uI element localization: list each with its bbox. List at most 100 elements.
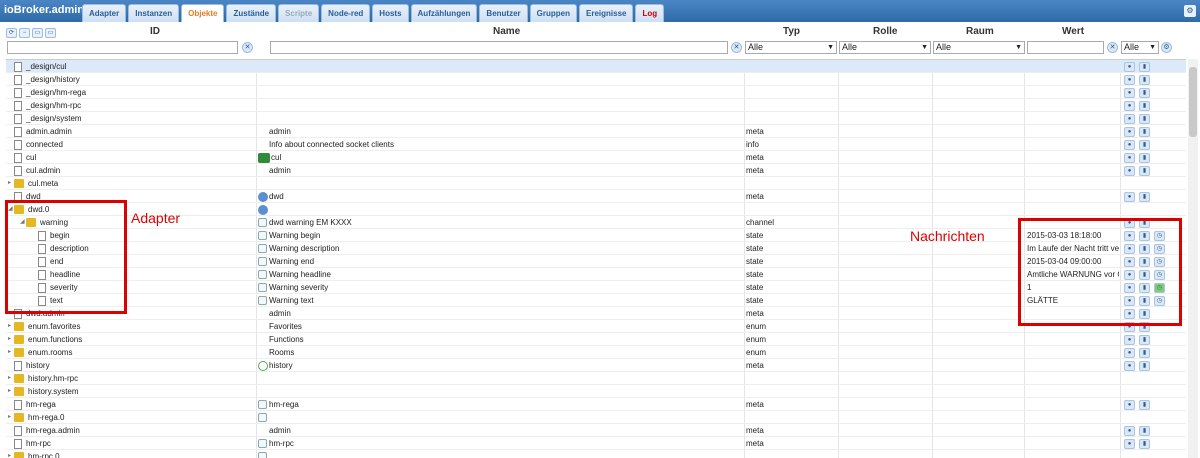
delete-icon[interactable]: ▮ [1139, 114, 1150, 124]
edit-icon[interactable]: ● [1124, 153, 1135, 163]
delete-icon[interactable]: ▮ [1139, 400, 1150, 410]
value-cell[interactable] [1027, 112, 1119, 125]
tab-scripte[interactable]: Scripte [278, 4, 320, 22]
settings-gear-icon[interactable]: ⚙ [1184, 5, 1196, 17]
table-row[interactable]: cul.admin admin meta ● ▮ [6, 164, 1186, 177]
edit-icon[interactable]: ● [1124, 439, 1135, 449]
edit-icon[interactable]: ● [1124, 75, 1135, 85]
edit-icon[interactable]: ● [1124, 361, 1135, 371]
collapse-icon[interactable]: − [19, 28, 30, 38]
table-row[interactable]: hm-rega hm-rega meta ● ▮ [6, 398, 1186, 411]
tab-objekte[interactable]: Objekte [181, 4, 225, 22]
value-cell[interactable] [1027, 385, 1119, 398]
column-header-room[interactable]: Raum [966, 26, 994, 37]
delete-icon[interactable]: ▮ [1139, 75, 1150, 85]
delete-icon[interactable]: ▮ [1139, 140, 1150, 150]
delete-icon[interactable]: ▮ [1139, 166, 1150, 176]
clear-name-filter-icon[interactable]: ✕ [731, 42, 742, 53]
value-cell[interactable] [1027, 437, 1119, 450]
value-cell[interactable] [1027, 86, 1119, 99]
name-filter-input[interactable] [270, 41, 728, 54]
delete-icon[interactable]: ▮ [1139, 348, 1150, 358]
tab-aufzählungen[interactable]: Aufzählungen [410, 4, 478, 22]
delete-icon[interactable]: ▮ [1139, 192, 1150, 202]
table-row[interactable]: ◢ dwd.0 [6, 203, 1186, 216]
table-row[interactable]: ▸ enum.functions Functions enum ● ▮ [6, 333, 1186, 346]
value-cell[interactable] [1027, 99, 1119, 112]
column-header-value[interactable]: Wert [1062, 26, 1084, 37]
table-row[interactable]: _design/history ● ▮ [6, 73, 1186, 86]
value-cell[interactable] [1027, 424, 1119, 437]
clear-value-filter-icon[interactable]: ✕ [1107, 42, 1118, 53]
value-cell[interactable] [1027, 73, 1119, 86]
tab-hosts[interactable]: Hosts [372, 4, 409, 22]
value-cell[interactable] [1027, 164, 1119, 177]
table-row[interactable]: connected Info about connected socket cli… [6, 138, 1186, 151]
table-row[interactable]: ▸ hm-rega.0 [6, 411, 1186, 424]
table-row[interactable]: begin Warning begin state 2015-03-03 18:18:… [6, 229, 1186, 242]
edit-icon[interactable]: ● [1124, 400, 1135, 410]
edit-icon[interactable]: ● [1124, 348, 1135, 358]
delete-icon[interactable]: ▮ [1139, 335, 1150, 345]
table-row[interactable]: ▸ enum.favorites Favorites enum ● ▮ [6, 320, 1186, 333]
edit-icon[interactable]: ● [1124, 114, 1135, 124]
value-cell[interactable] [1027, 359, 1119, 372]
room-filter-select[interactable]: Alle ▼ [933, 41, 1025, 54]
table-row[interactable]: _design/hm-rega ● ▮ [6, 86, 1186, 99]
table-row[interactable]: ▸ hm-rpc.0 [6, 450, 1186, 458]
value-filter-input[interactable] [1027, 41, 1104, 54]
folder-open-icon[interactable]: ▭ [32, 28, 43, 38]
edit-icon[interactable]: ● [1124, 62, 1135, 72]
edit-icon[interactable]: ● [1124, 101, 1135, 111]
delete-icon[interactable]: ▮ [1139, 62, 1150, 72]
value-cell[interactable] [1027, 138, 1119, 151]
table-row[interactable]: cul cul meta ● ▮ [6, 151, 1186, 164]
tab-instanzen[interactable]: Instanzen [128, 4, 180, 22]
value-filter-select[interactable]: Alle ▼ [1121, 41, 1159, 54]
refresh-icon[interactable]: ⟳ [6, 28, 17, 38]
value-cell[interactable] [1027, 151, 1119, 164]
table-row[interactable]: headline Warning headline state Amtliche WA… [6, 268, 1186, 281]
table-row[interactable]: _design/hm-rpc ● ▮ [6, 99, 1186, 112]
role-filter-select[interactable]: Alle ▼ [839, 41, 931, 54]
tab-node-red[interactable]: Node-red [321, 4, 371, 22]
tab-ereignisse[interactable]: Ereignisse [579, 4, 634, 22]
value-cell[interactable] [1027, 450, 1119, 458]
value-cell[interactable] [1027, 60, 1119, 73]
edit-icon[interactable]: ● [1124, 335, 1135, 345]
tab-gruppen[interactable]: Gruppen [529, 4, 577, 22]
table-row[interactable]: severity Warning severity state 1 ● ▮ ◷ [6, 281, 1186, 294]
value-cell[interactable] [1027, 203, 1119, 216]
settings-icon[interactable]: ⚙ [1161, 42, 1172, 53]
table-row[interactable]: ▸ history.hm-rpc [6, 372, 1186, 385]
table-row[interactable]: dwd.admin admin meta ● ▮ [6, 307, 1186, 320]
value-cell[interactable] [1027, 190, 1119, 203]
folder-icon[interactable]: ▭ [45, 28, 56, 38]
edit-icon[interactable]: ● [1124, 88, 1135, 98]
column-header-type[interactable]: Typ [783, 26, 800, 37]
table-row[interactable]: text Warning text state GLÄTTE ● ▮ ◷ [6, 294, 1186, 307]
delete-icon[interactable]: ▮ [1139, 153, 1150, 163]
edit-icon[interactable]: ● [1124, 127, 1135, 137]
value-cell[interactable] [1027, 346, 1119, 359]
table-row[interactable]: end Warning end state 2015-03-04 09:00:00 ● ▮… [6, 255, 1186, 268]
value-cell[interactable] [1027, 177, 1119, 190]
column-header-id[interactable]: ID [150, 26, 160, 37]
id-filter-input[interactable] [7, 41, 238, 54]
table-row[interactable]: ◢ warning dwd warning EM KXXX channel ● ▮ [6, 216, 1186, 229]
table-row[interactable]: ▸ history.system [6, 385, 1186, 398]
value-cell[interactable] [1027, 411, 1119, 424]
delete-icon[interactable]: ▮ [1139, 88, 1150, 98]
vertical-scrollbar[interactable] [1188, 59, 1198, 458]
table-row[interactable]: ▸ enum.rooms Rooms enum ● ▮ [6, 346, 1186, 359]
tab-adapter[interactable]: Adapter [82, 4, 127, 22]
tab-benutzer[interactable]: Benutzer [479, 4, 528, 22]
table-row[interactable]: hm-rega.admin admin meta ● ▮ [6, 424, 1186, 437]
tab-zustände[interactable]: Zustände [226, 4, 277, 22]
column-header-name[interactable]: Name [493, 26, 520, 37]
type-filter-select[interactable]: Alle ▼ [745, 41, 837, 54]
tab-log[interactable]: Log [635, 4, 665, 22]
table-row[interactable]: history history meta ● ▮ [6, 359, 1186, 372]
delete-icon[interactable]: ▮ [1139, 426, 1150, 436]
table-row[interactable]: _design/system ● ▮ [6, 112, 1186, 125]
